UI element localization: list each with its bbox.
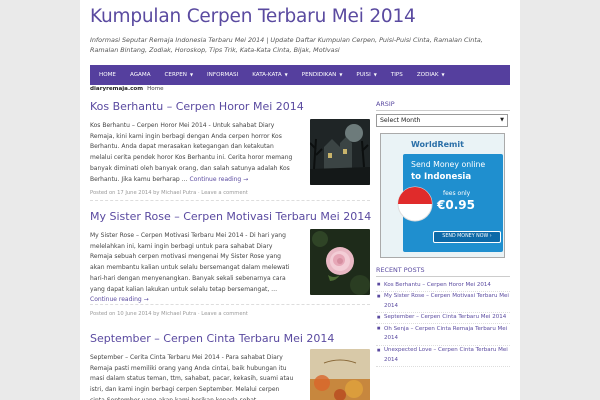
recent-posts-heading: RECENT POSTS bbox=[376, 266, 510, 277]
ad-price: €0.95 bbox=[437, 198, 475, 212]
continue-reading-link[interactable]: Continue reading → bbox=[90, 296, 149, 303]
post-excerpt: Kos Berhantu – Cerpen Horor Mei 2014 - U… bbox=[90, 122, 293, 183]
post-thumbnail[interactable] bbox=[310, 119, 370, 185]
post-excerpt: September – Cerita Cinta Terbaru Mei 201… bbox=[90, 354, 294, 400]
post-entry: Kos Berhantu – Cerpen Horor Mei 2014 Kos… bbox=[90, 100, 370, 201]
post-entry: My Sister Rose – Cerpen Motivasi Terbaru… bbox=[90, 210, 371, 317]
chevron-down-icon: ▼ bbox=[373, 72, 377, 77]
recent-post-link[interactable]: Oh Senja – Cerpen Cinta Remaja Terbaru M… bbox=[376, 324, 510, 346]
post-title[interactable]: September – Cerpen Cinta Terbaru Mei 201… bbox=[90, 332, 370, 345]
chevron-down-icon: ▼ bbox=[500, 117, 504, 123]
page-container: Kumpulan Cerpen Terbaru Mei 2014 Informa… bbox=[80, 0, 520, 400]
send-money-button[interactable]: SEND MONEY NOW › bbox=[433, 231, 501, 243]
ad-brand: WorldRemit bbox=[411, 140, 464, 149]
post-thumbnail[interactable] bbox=[310, 229, 370, 295]
chevron-down-icon: ▼ bbox=[441, 72, 445, 77]
archive-heading: ARSIP bbox=[376, 100, 510, 111]
recent-post-link[interactable]: Unexpected Love – Cerpen Cinta Terbaru M… bbox=[376, 346, 510, 367]
chevron-down-icon: ▼ bbox=[339, 72, 343, 77]
site-title[interactable]: Kumpulan Cerpen Terbaru Mei 2014 bbox=[90, 6, 416, 27]
post-title[interactable]: Kos Berhantu – Cerpen Horor Mei 2014 bbox=[90, 100, 370, 113]
ad-line3: fees only bbox=[443, 190, 471, 197]
indonesia-flag-icon bbox=[397, 186, 433, 222]
archive-select[interactable]: Select Month ▼ bbox=[376, 114, 508, 127]
ad-line1: Send Money online bbox=[411, 160, 486, 169]
breadcrumb-home[interactable]: Home bbox=[147, 86, 164, 92]
nav-item-agama[interactable]: AGAMA bbox=[123, 65, 158, 85]
post-excerpt: My Sister Rose – Cerpen Motivasi Terbaru… bbox=[90, 232, 290, 304]
nav-item-informasi[interactable]: INFORMASI bbox=[200, 65, 245, 85]
post-thumbnail[interactable] bbox=[310, 349, 370, 400]
recent-post-link[interactable]: Kos Berhantu – Cerpen Horor Mei 2014 bbox=[376, 280, 510, 292]
breadcrumb: diaryremaja.com Home bbox=[90, 86, 164, 92]
ad-line2: to Indonesia bbox=[411, 172, 472, 182]
post-meta: Posted on 10 June 2014 by Michael Putra … bbox=[90, 310, 248, 317]
nav-item-pendidikan[interactable]: PENDIDIKAN ▼ bbox=[295, 65, 350, 85]
continue-reading-link[interactable]: Continue reading → bbox=[190, 176, 249, 183]
nav-item-puisi[interactable]: PUISI ▼ bbox=[349, 65, 383, 85]
nav-item-home[interactable]: HOME bbox=[92, 65, 123, 85]
chevron-down-icon: ▼ bbox=[189, 72, 194, 77]
chevron-down-icon: ▼ bbox=[284, 72, 288, 77]
recent-post-link[interactable]: September – Cerpen Cinta Terbaru Mei 201… bbox=[376, 313, 510, 325]
post-title[interactable]: My Sister Rose – Cerpen Motivasi Terbaru… bbox=[90, 210, 371, 223]
main-nav: HOME AGAMA CERPEN ▼ INFORMASI KATA-KATA ▼ … bbox=[90, 65, 510, 85]
nav-item-cerpen[interactable]: CERPEN ▼ bbox=[158, 65, 201, 85]
post-entry: September – Cerpen Cinta Terbaru Mei 201… bbox=[90, 332, 370, 400]
sidebar: ARSIP Select Month ▼ WorldRemit Send Mon… bbox=[376, 100, 510, 367]
nav-item-zodiak[interactable]: ZODIAK ▼ bbox=[410, 65, 452, 85]
breadcrumb-site[interactable]: diaryremaja.com bbox=[90, 86, 143, 92]
recent-post-link[interactable]: My Sister Rose – Cerpen Motivasi Terbaru… bbox=[376, 292, 510, 313]
recent-posts-list: Kos Berhantu – Cerpen Horor Mei 2014 My … bbox=[376, 280, 510, 367]
worldremit-ad-banner[interactable]: WorldRemit Send Money online to Indonesi… bbox=[380, 133, 505, 258]
post-meta: Posted on 17 June 2014 by Michael Putra … bbox=[90, 190, 248, 197]
nav-item-tips[interactable]: TIPS bbox=[384, 65, 410, 85]
nav-item-kata-kata[interactable]: KATA-KATA ▼ bbox=[245, 65, 295, 85]
site-description: Informasi Seputar Remaja Indonesia Terba… bbox=[90, 36, 483, 54]
